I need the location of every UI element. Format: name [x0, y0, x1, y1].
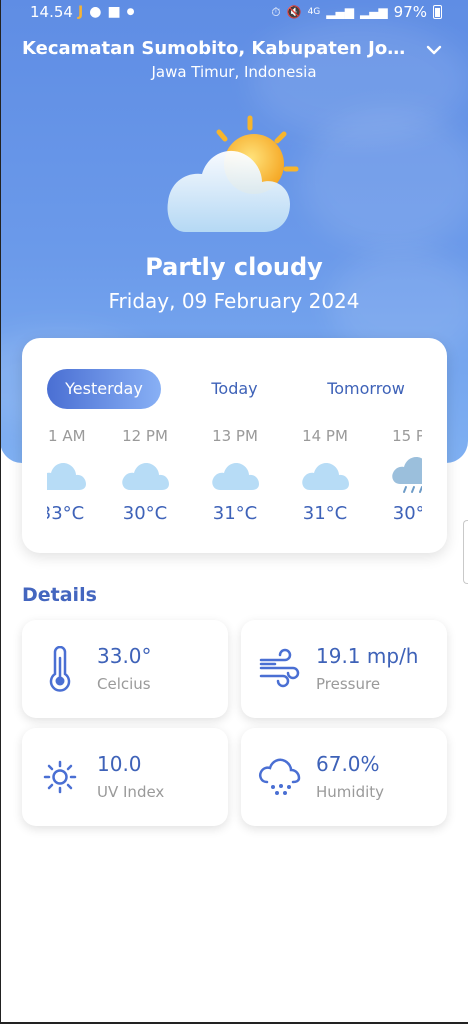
- hour-time: 12 PM: [122, 427, 168, 445]
- cloud-icon: [302, 463, 349, 490]
- temperature-label: Celcius: [97, 675, 151, 693]
- rain-cloud-icon: [392, 457, 422, 493]
- sun-behind-cloud-icon: [167, 115, 299, 232]
- j-app-icon: J: [78, 4, 84, 20]
- hour-temp: 30°C: [122, 503, 168, 524]
- battery-text: 97%: [393, 3, 427, 21]
- status-bar: 14.54 J ● ■ ● ⏱ 🔇 4G ▂▄▆ ▂▄▆ 97%: [0, 0, 468, 24]
- game-icon: ■: [107, 4, 121, 20]
- humidity-value: 67.0%: [316, 752, 380, 776]
- dot-icon: ●: [126, 7, 135, 17]
- cloud-icon: [212, 463, 259, 490]
- hour-temp: 31°C: [302, 503, 348, 524]
- tab-today[interactable]: Today: [187, 369, 282, 409]
- location-subtitle: Jawa Timur, Indonesia: [151, 63, 317, 81]
- status-time: 14.54: [30, 3, 73, 21]
- hourly-forecast[interactable]: 11 AM 33°C 12 PM 30°C 13 PM 31°C 14 PM: [47, 426, 422, 526]
- hour-temp: 31°C: [212, 503, 258, 524]
- wind-icon: [259, 648, 300, 688]
- detail-tile-humidity: 67.0% Humidity: [241, 728, 447, 826]
- detail-tile-pressure: 19.1 mp/h Pressure: [241, 620, 447, 718]
- thermometer-icon: [49, 646, 71, 692]
- hour-time: 11 AM: [47, 427, 86, 445]
- day-tabs: Yesterday Today Tomorrow: [47, 369, 422, 409]
- cloud-drizzle-icon: [259, 758, 301, 795]
- temperature-value: 33.0°: [97, 644, 152, 668]
- hour-time: 13 PM: [212, 427, 258, 445]
- hour-item: 11 AM 33°C: [47, 426, 97, 526]
- detail-tile-temperature: 33.0° Celcius: [22, 620, 228, 718]
- hour-item: 15 PM 30°C: [380, 426, 422, 526]
- alarm-icon: ⏱: [271, 4, 281, 19]
- uv-value: 10.0: [97, 752, 142, 776]
- forecast-card: Yesterday Today Tomorrow 11 AM 33°C 12 P…: [22, 338, 447, 553]
- pressure-label: Pressure: [316, 675, 381, 693]
- cloud-icon: [122, 463, 169, 490]
- weather-condition: Partly cloudy: [145, 253, 323, 281]
- hour-item: 13 PM 31°C: [200, 426, 270, 526]
- 4g-icon: 4G: [307, 7, 321, 17]
- mute-icon: 🔇: [286, 5, 302, 19]
- hour-temp: 30°C: [392, 503, 422, 524]
- uv-label: UV Index: [97, 783, 165, 801]
- hour-item: 14 PM 31°C: [290, 426, 360, 526]
- location-title[interactable]: Kecamatan Sumobito, Kabupaten Jombang: [22, 38, 412, 59]
- tab-tomorrow[interactable]: Tomorrow: [311, 369, 421, 409]
- hour-time: 15 PM: [392, 427, 422, 445]
- cloud-icon: [47, 463, 86, 490]
- current-date: Friday, 09 February 2024: [108, 289, 360, 313]
- tab-yesterday[interactable]: Yesterday: [47, 369, 161, 409]
- signal-icon: ▂▄▆: [326, 5, 354, 19]
- chat-icon: ●: [89, 4, 102, 20]
- scrollbar[interactable]: [463, 520, 468, 584]
- pressure-value: 19.1 mp/h: [316, 644, 419, 668]
- detail-tile-uv: 10.0 UV Index: [22, 728, 228, 826]
- battery-icon: [433, 5, 442, 19]
- signal-icon: ▂▄▆: [359, 5, 388, 19]
- hour-item: 12 PM 30°C: [110, 426, 180, 526]
- humidity-label: Humidity: [316, 783, 385, 801]
- details-heading: Details: [22, 584, 97, 606]
- hour-time: 14 PM: [302, 427, 348, 445]
- sun-icon: [43, 760, 77, 794]
- chevron-down-icon[interactable]: [422, 38, 446, 62]
- hour-temp: 33°C: [47, 503, 85, 524]
